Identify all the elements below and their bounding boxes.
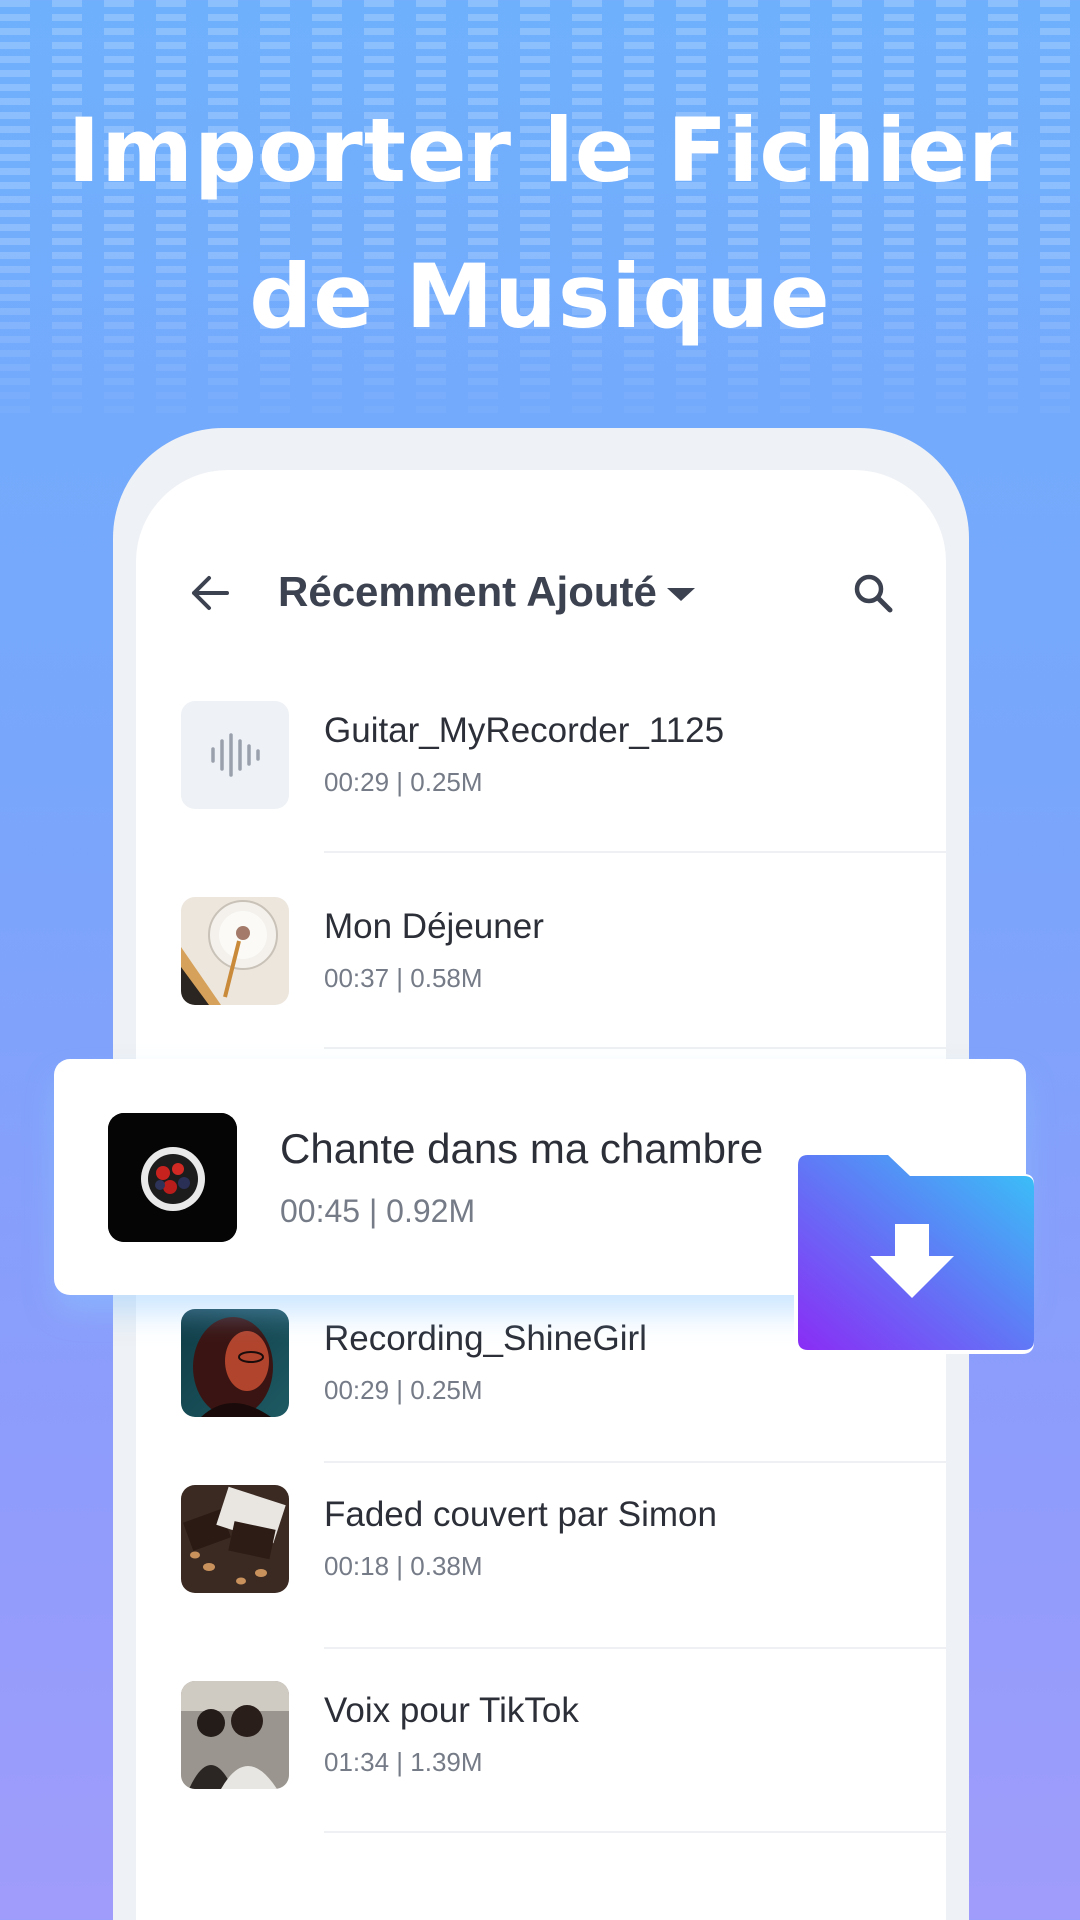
chevron-down-icon (666, 587, 695, 601)
search-button[interactable] (848, 568, 898, 618)
divider (324, 1461, 946, 1463)
divider (324, 1831, 946, 1833)
headline-line-1: Importer le Fichier (67, 99, 1013, 202)
berry-bowl-photo (108, 1113, 237, 1242)
waveform-icon (181, 701, 289, 809)
recording-title: Guitar_MyRecorder_1125 (324, 711, 725, 750)
girl-portrait-photo (181, 1309, 289, 1417)
import-folder-button[interactable] (790, 1150, 1040, 1358)
recording-title: Recording_ShineGirl (324, 1319, 647, 1358)
recording-title: Mon Déjeuner (324, 907, 544, 946)
app-bar: Récemment Ajouté (136, 540, 946, 650)
divider (324, 851, 946, 853)
brownies-photo (181, 1485, 289, 1593)
back-button[interactable] (184, 568, 234, 618)
coffee-cup-photo (181, 897, 289, 1005)
list-item[interactable]: Guitar_MyRecorder_1125 00:29 | 0.25M (136, 701, 946, 897)
promo-headline: Importer le Fichier de Musique (0, 78, 1080, 370)
headline-line-2: de Musique (249, 245, 831, 348)
recording-meta: 00:18 | 0.38M (324, 1551, 483, 1581)
recording-title: Voix pour TikTok (324, 1691, 579, 1730)
recording-meta: 00:29 | 0.25M (324, 1375, 483, 1405)
couple-photo (181, 1681, 289, 1789)
recording-meta: 01:34 | 1.39M (324, 1747, 483, 1777)
folder-download-icon (794, 1154, 1034, 1354)
page-title: Récemment Ajouté (278, 568, 657, 615)
recording-title: Faded couvert par Simon (324, 1495, 717, 1534)
divider (324, 1047, 946, 1049)
list-item[interactable]: Voix pour TikTok 01:34 | 1.39M (136, 1681, 946, 1877)
recording-meta: 00:37 | 0.58M (324, 963, 483, 993)
arrow-left-icon (192, 576, 229, 610)
search-icon (854, 574, 893, 613)
recording-meta: 00:45 | 0.92M (280, 1193, 476, 1229)
divider (324, 1647, 946, 1649)
recording-meta: 00:29 | 0.25M (324, 767, 483, 797)
sort-dropdown[interactable]: Récemment Ajouté (278, 562, 695, 622)
list-item[interactable]: Faded couvert par Simon 00:18 | 0.38M (136, 1485, 946, 1681)
recording-title: Chante dans ma chambre (280, 1125, 764, 1172)
